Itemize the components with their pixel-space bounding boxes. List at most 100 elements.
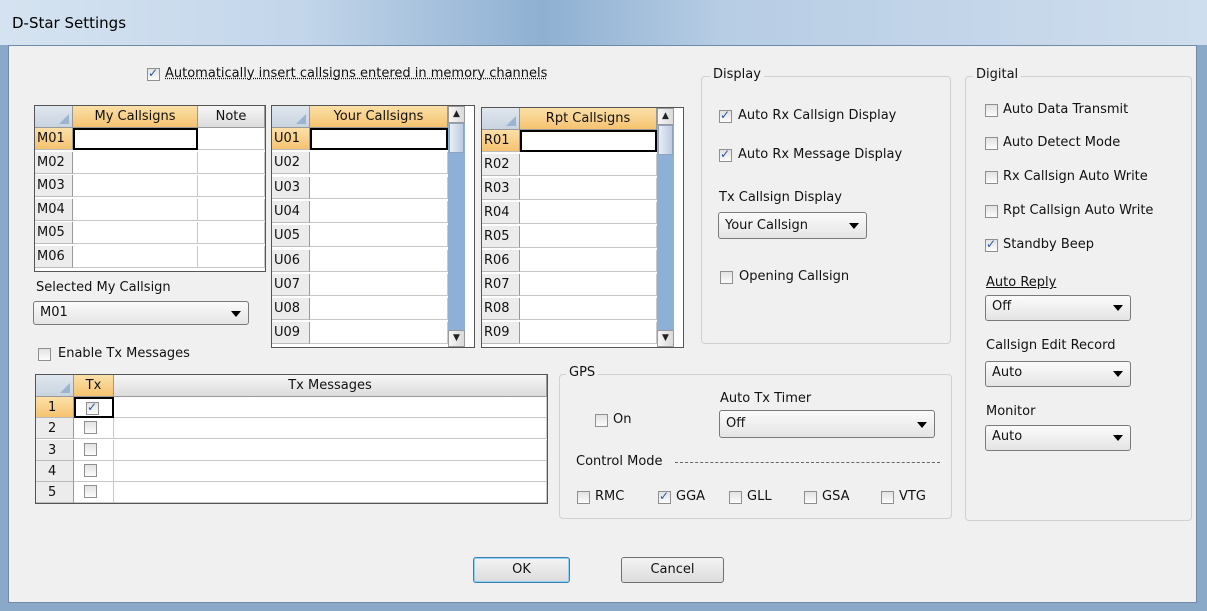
my-callsign-cell[interactable] [73, 175, 198, 198]
scroll-track[interactable] [657, 125, 674, 330]
scroll-thumb[interactable] [449, 123, 464, 153]
rpt-callsigns-grid[interactable]: Rpt Callsigns R01 R02 R03 R04 R05 R06 R07 R08 R0… [481, 107, 684, 348]
row-header[interactable]: U06 [272, 249, 310, 272]
callsign-edit-record-dropdown[interactable]: Auto [985, 361, 1131, 387]
note-header[interactable]: Note [198, 106, 265, 128]
rpt-callsign-cell[interactable] [520, 202, 657, 224]
gps-mode-gga-checkbox[interactable] [658, 489, 671, 504]
your-callsigns-header[interactable]: Your Callsigns [310, 106, 448, 128]
row-header[interactable]: U03 [272, 176, 310, 199]
my-callsign-cell[interactable] [73, 128, 198, 150]
your-callsign-cell[interactable] [310, 322, 448, 345]
your-callsign-cell[interactable] [310, 200, 448, 223]
row-header[interactable]: 3 [36, 439, 74, 461]
note-cell[interactable] [198, 222, 265, 245]
auto-reply-dropdown[interactable]: Off [985, 295, 1131, 321]
cancel-button[interactable]: Cancel [621, 557, 724, 583]
note-cell[interactable] [198, 128, 265, 150]
row-header[interactable]: U02 [272, 152, 310, 175]
rpt-callsigns-scrollbar[interactable]: ▲ ▼ [657, 108, 674, 347]
row-header[interactable]: U01 [272, 128, 310, 150]
checkbox-icon[interactable] [84, 421, 97, 435]
note-cell[interactable] [198, 198, 265, 221]
rpt-callsign-cell[interactable] [520, 226, 657, 248]
tx-cell[interactable] [74, 460, 114, 482]
row-header[interactable]: M01 [35, 128, 73, 150]
rpt-callsigns-header[interactable]: Rpt Callsigns [520, 108, 657, 130]
enable-tx-messages-checkbox[interactable] [38, 348, 51, 361]
row-header[interactable]: M06 [35, 246, 73, 268]
row-header[interactable]: R01 [482, 130, 520, 152]
note-cell[interactable] [198, 175, 265, 198]
tx-cell[interactable] [74, 418, 114, 440]
row-header[interactable]: U04 [272, 200, 310, 223]
row-header[interactable]: R09 [482, 322, 520, 344]
your-callsign-cell[interactable] [310, 176, 448, 199]
auto-rx-message-checkbox[interactable] [719, 147, 732, 162]
row-header[interactable]: U09 [272, 322, 310, 345]
scroll-track[interactable] [448, 123, 465, 330]
row-header[interactable]: R05 [482, 226, 520, 248]
row-header[interactable]: R06 [482, 250, 520, 272]
auto-tx-timer-dropdown[interactable]: Off [719, 410, 935, 438]
row-header[interactable]: 2 [36, 418, 74, 440]
tx-message-cell[interactable] [114, 460, 547, 482]
my-callsigns-header[interactable]: My Callsigns [73, 106, 198, 128]
tx-cell[interactable] [74, 397, 114, 418]
row-header[interactable]: 5 [36, 482, 74, 504]
tx-message-cell[interactable] [114, 439, 547, 461]
gps-mode-gsa-checkbox[interactable] [804, 491, 817, 504]
your-callsign-cell[interactable] [310, 152, 448, 175]
monitor-dropdown[interactable]: Auto [985, 425, 1131, 451]
row-header[interactable]: 1 [36, 397, 74, 418]
checkbox-icon[interactable] [84, 463, 97, 477]
tx-header[interactable]: Tx [74, 375, 114, 397]
standby-beep-checkbox[interactable] [985, 237, 998, 252]
row-header[interactable]: U08 [272, 298, 310, 321]
rpt-callsign-cell[interactable] [520, 274, 657, 296]
my-callsign-cell[interactable] [73, 151, 198, 174]
tx-cell[interactable] [74, 482, 114, 504]
tx-message-cell[interactable] [114, 418, 547, 440]
auto-insert-checkbox[interactable] [147, 66, 160, 81]
my-callsign-cell[interactable] [73, 198, 198, 221]
rx-callsign-auto-write-checkbox[interactable] [985, 171, 998, 184]
auto-detect-mode-checkbox[interactable] [985, 137, 998, 150]
scroll-thumb[interactable] [658, 125, 673, 155]
note-cell[interactable] [198, 151, 265, 174]
tx-callsign-display-dropdown[interactable]: Your Callsign [718, 212, 867, 239]
tx-message-cell[interactable] [114, 397, 547, 418]
arrow-up-icon[interactable]: ▲ [448, 106, 465, 123]
checkbox-icon[interactable] [84, 485, 97, 499]
my-callsigns-grid[interactable]: My Callsigns Note M01 M02 M03 M04 M05 M06 [34, 105, 266, 272]
gps-mode-vtg-checkbox[interactable] [881, 491, 894, 504]
my-callsign-cell[interactable] [73, 246, 198, 268]
rpt-callsign-cell[interactable] [520, 322, 657, 344]
your-callsign-cell[interactable] [310, 128, 448, 150]
gps-mode-rmc-checkbox[interactable] [577, 491, 590, 504]
checkbox-icon[interactable] [86, 400, 99, 415]
rpt-callsign-cell[interactable] [520, 298, 657, 320]
your-callsign-cell[interactable] [310, 298, 448, 321]
row-header[interactable]: R04 [482, 202, 520, 224]
row-header[interactable]: R02 [482, 154, 520, 176]
arrow-up-icon[interactable]: ▲ [657, 108, 674, 125]
row-header[interactable]: R08 [482, 298, 520, 320]
your-callsign-cell[interactable] [310, 249, 448, 272]
note-cell[interactable] [198, 246, 265, 268]
your-callsign-cell[interactable] [310, 273, 448, 296]
tx-messages-grid[interactable]: Tx Tx Messages 12345 [35, 374, 548, 504]
your-callsigns-scrollbar[interactable]: ▲ ▼ [448, 106, 465, 347]
tx-message-cell[interactable] [114, 482, 547, 504]
row-header[interactable]: M05 [35, 222, 73, 245]
row-header[interactable]: 4 [36, 460, 74, 482]
title-bar[interactable]: D-Star Settings [0, 0, 1207, 45]
ok-button[interactable]: OK [473, 557, 570, 583]
rpt-callsign-cell[interactable] [520, 250, 657, 272]
gps-on-checkbox[interactable] [595, 414, 608, 427]
selected-my-callsign-dropdown[interactable]: M01 [33, 301, 249, 325]
your-callsigns-grid[interactable]: Your Callsigns U01 U02 U03 U04 U05 U06 U07 U08 U… [271, 105, 475, 348]
row-header[interactable]: U05 [272, 225, 310, 248]
row-header[interactable]: M03 [35, 175, 73, 198]
arrow-down-icon[interactable]: ▼ [448, 330, 465, 347]
